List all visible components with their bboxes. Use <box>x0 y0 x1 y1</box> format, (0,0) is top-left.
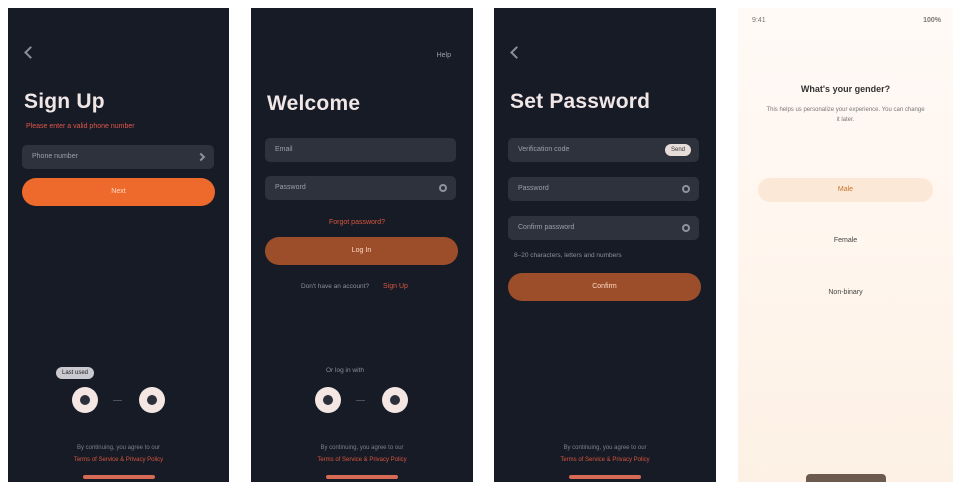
code-placeholder: Verification code <box>518 146 570 153</box>
terms-link[interactable]: Terms of Service & Privacy Policy <box>494 457 716 463</box>
home-indicator <box>82 475 155 479</box>
terms-link[interactable]: Terms of Service & Privacy Policy <box>251 457 473 463</box>
confirm-button-label: Confirm <box>592 283 617 290</box>
battery-status: 100% <box>923 17 941 24</box>
chevron-icon[interactable] <box>196 152 206 162</box>
new-password-input[interactable]: Password <box>508 177 699 201</box>
password-placeholder: Password <box>275 184 306 191</box>
login-button-label: Log In <box>351 247 372 254</box>
confirm-button[interactable]: Confirm <box>508 273 701 301</box>
back-arrow-icon[interactable] <box>510 46 523 59</box>
confirm-placeholder: Confirm password <box>518 224 575 231</box>
terms-link[interactable]: Terms of Service & Privacy Policy <box>8 457 229 463</box>
terms-text: By continuing, you agree to our <box>76 445 161 451</box>
email-placeholder: Email <box>275 146 293 153</box>
alt-login-text: Or log in with <box>326 367 364 374</box>
signup-link[interactable]: Sign Up <box>383 283 408 290</box>
login-button[interactable]: Log In <box>265 237 458 265</box>
welcome-title: Welcome <box>267 92 361 115</box>
forgot-password-link[interactable]: Forgot password? <box>329 219 385 226</box>
continue-button[interactable] <box>805 474 886 482</box>
terms-text: By continuing, you agree to our <box>563 445 647 451</box>
home-indicator <box>326 475 398 479</box>
social-login-icon-2[interactable] <box>382 387 408 413</box>
home-indicator <box>569 475 641 479</box>
send-code-button[interactable]: Send <box>664 144 691 156</box>
verification-code-input[interactable]: Verification code Send <box>508 138 699 162</box>
gender-description: This helps us personalize your experienc… <box>766 107 925 123</box>
confirm-password-input[interactable]: Confirm password <box>508 216 699 240</box>
phone-error-text: Please enter a valid phone number <box>26 123 135 130</box>
help-link[interactable]: Help <box>437 52 451 59</box>
social-login-icon-1[interactable] <box>315 387 341 413</box>
eye-icon[interactable] <box>439 184 447 192</box>
eye-icon[interactable] <box>682 185 690 193</box>
gender-option-female[interactable]: Female <box>758 229 933 253</box>
divider <box>356 400 365 401</box>
phone-placeholder: Phone number <box>32 153 78 160</box>
email-input[interactable]: Email <box>265 138 456 162</box>
signup-screen: Sign Up Please enter a valid phone numbe… <box>8 8 229 482</box>
last-used-tooltip: Last used <box>56 367 95 379</box>
terms-text: By continuing, you agree to our <box>320 445 404 451</box>
social-login-icon-2[interactable] <box>139 387 165 413</box>
phone-input[interactable]: Phone number <box>22 145 214 169</box>
next-button[interactable]: Next <box>22 178 215 206</box>
status-time: 9:41 <box>752 17 766 24</box>
set-password-title: Set Password <box>510 90 651 113</box>
signup-prompt: Don't have an account? <box>301 283 370 290</box>
password-hint: 8–20 characters, letters and numbers <box>514 252 622 259</box>
gender-option-male[interactable]: Male <box>758 178 933 202</box>
welcome-screen: Help Welcome Email Password Forgot passw… <box>251 8 473 482</box>
password-placeholder: Password <box>518 185 549 192</box>
set-password-screen: Set Password Verification code Send Pass… <box>494 8 716 482</box>
eye-icon[interactable] <box>682 224 690 232</box>
divider <box>113 400 122 401</box>
gender-question: What's your gender? <box>800 84 891 94</box>
back-arrow-icon[interactable] <box>24 46 37 59</box>
password-input[interactable]: Password <box>265 176 456 200</box>
gender-option-nonbinary[interactable]: Non-binary <box>758 281 933 305</box>
signup-title: Sign Up <box>24 90 105 113</box>
social-login-icon-1[interactable] <box>72 387 98 413</box>
next-button-label: Next <box>111 188 126 195</box>
gender-screen: 9:41 100% What's your gender? This helps… <box>738 8 953 482</box>
